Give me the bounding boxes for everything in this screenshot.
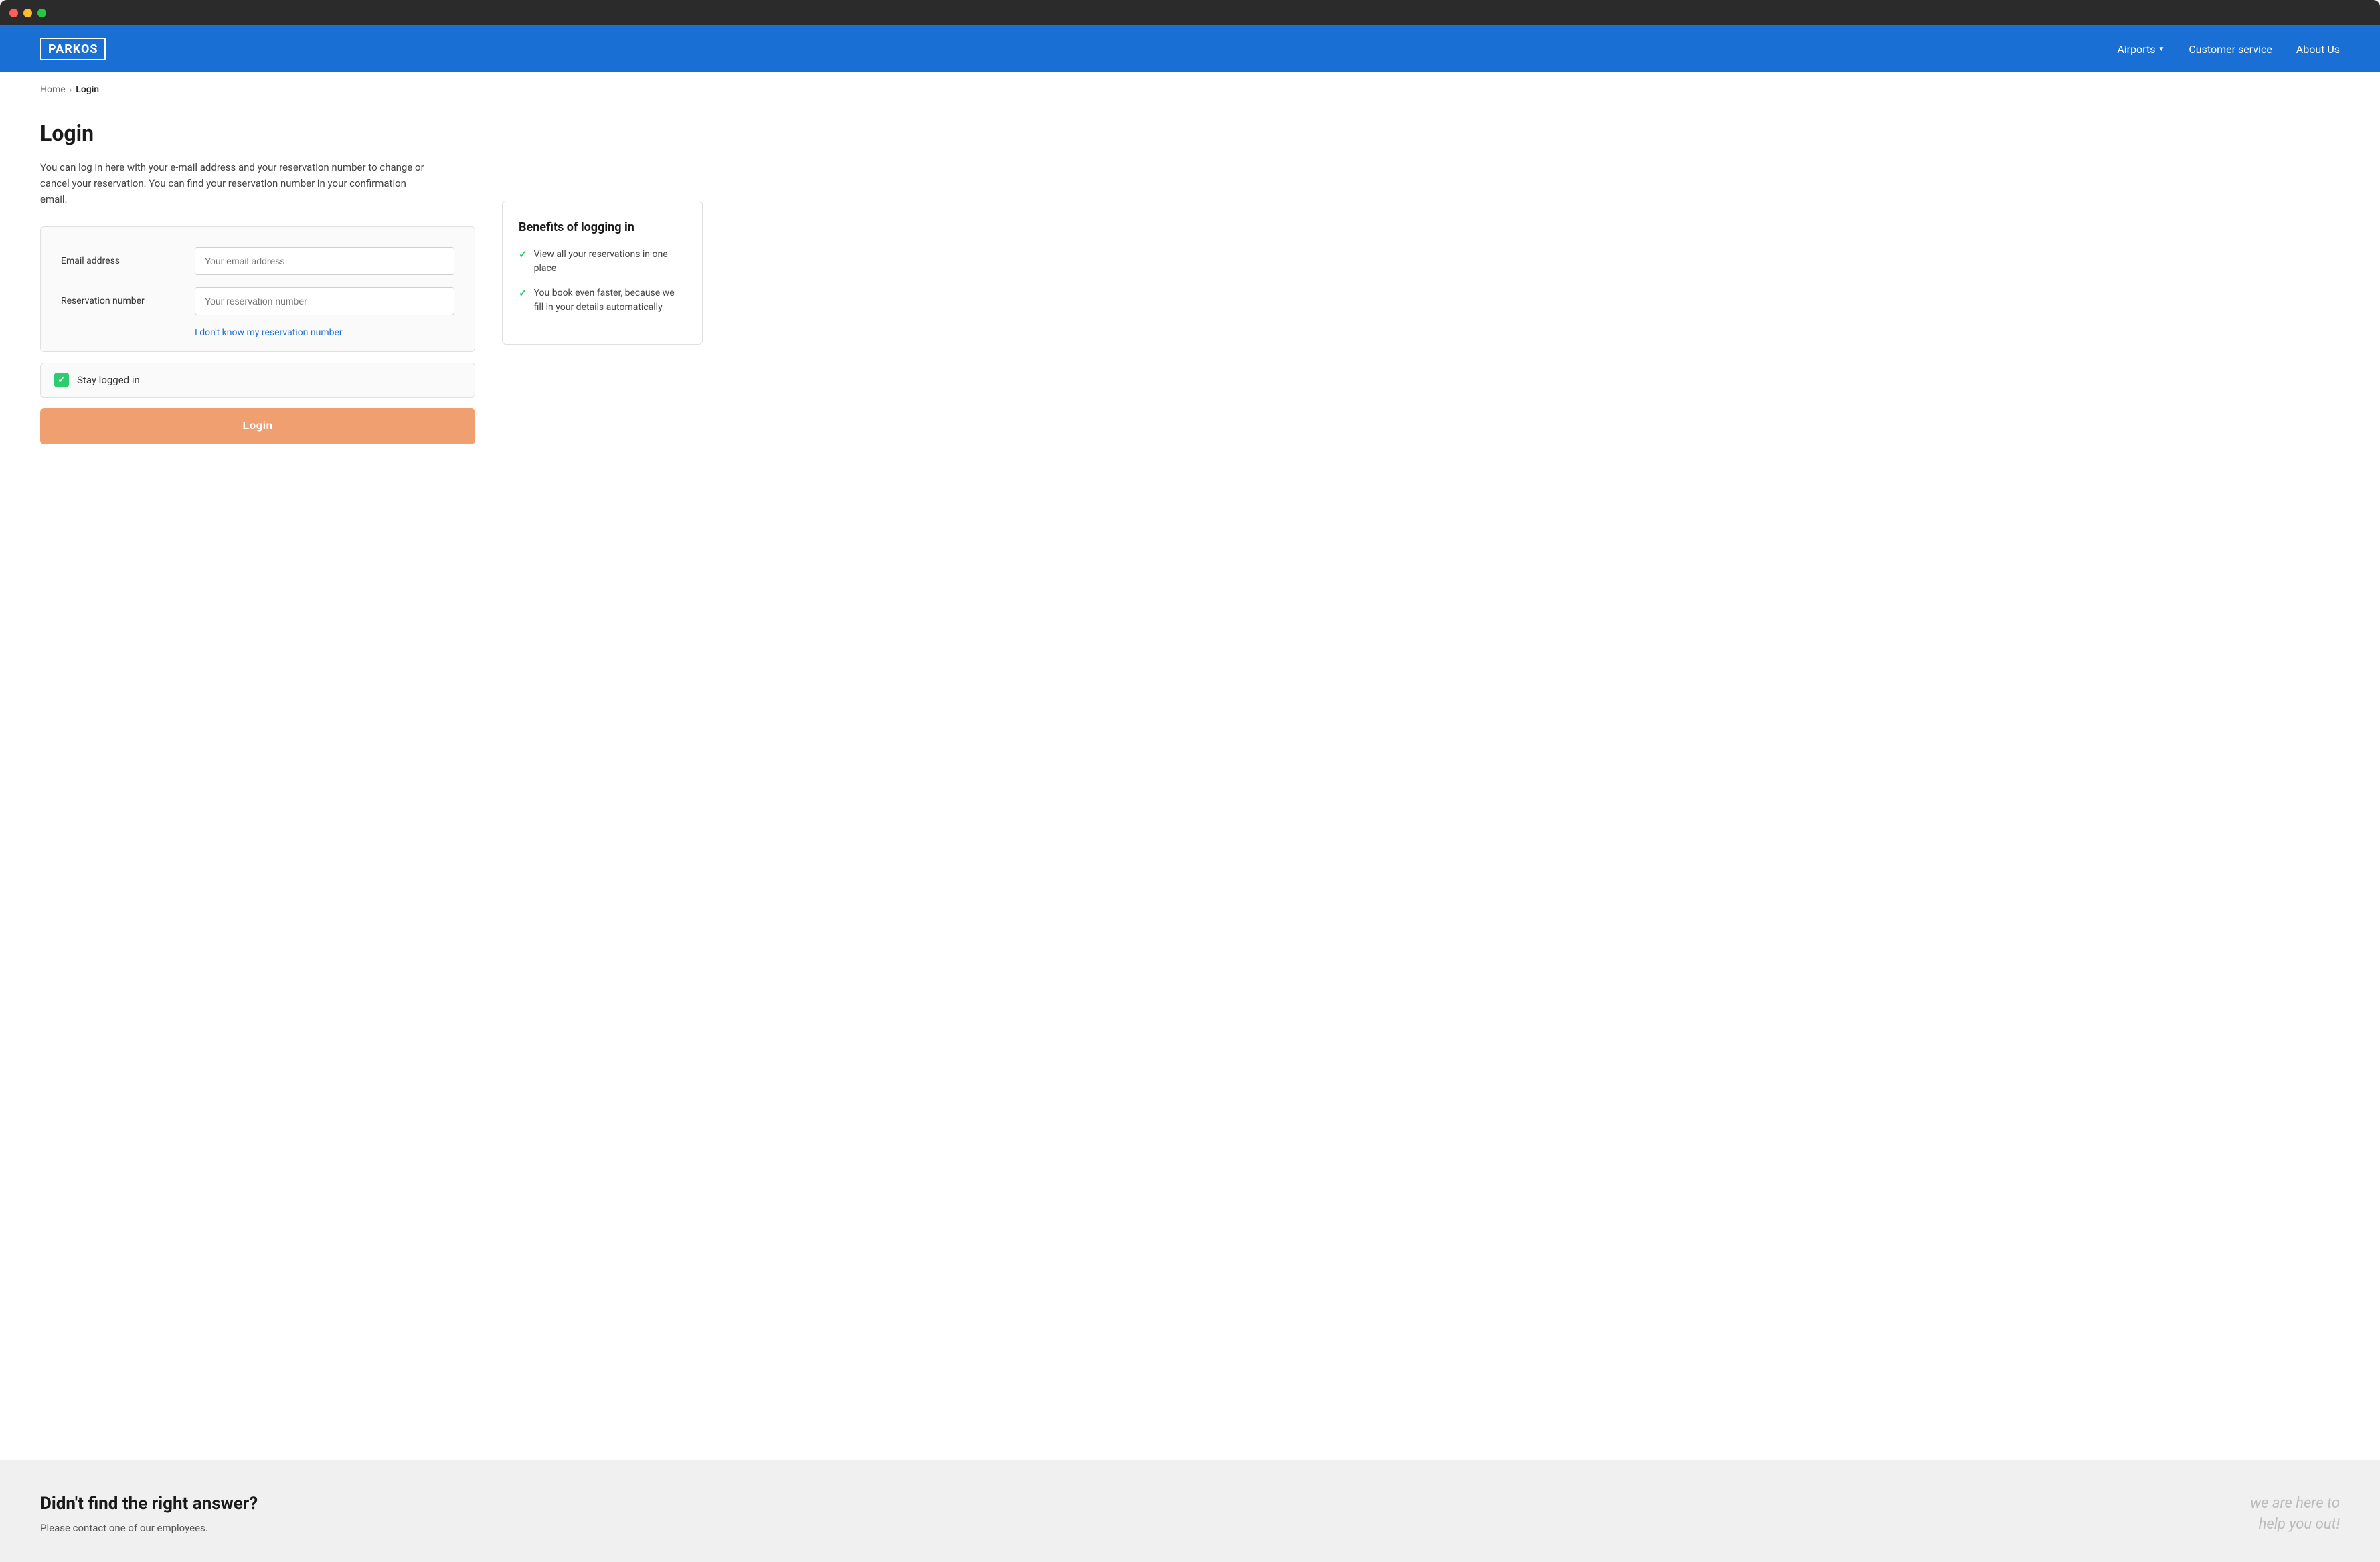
benefits-title: Benefits of logging in (519, 220, 686, 234)
breadcrumb-home[interactable]: Home (40, 84, 66, 95)
airports-dropdown-arrow: ▼ (2158, 46, 2164, 53)
left-section: Login You can log in here with your e-ma… (40, 120, 475, 444)
email-row: Email address (61, 247, 454, 275)
page-title: Login (40, 120, 475, 146)
benefit-text-2: You book even faster, because we fill in… (534, 286, 686, 315)
navigation: Airports ▼ Customer service About Us (2117, 43, 2340, 56)
reservation-label: Reservation number (61, 296, 181, 307)
main-content: Login You can log in here with your e-ma… (0, 107, 2380, 1460)
footer-description: Please contact one of our employees. (40, 1522, 258, 1534)
stay-logged-label: Stay logged in (77, 374, 140, 386)
nav-customer-service[interactable]: Customer service (2189, 43, 2272, 56)
helper-text-line1: we are here to (2250, 1494, 2340, 1514)
nav-airports[interactable]: Airports ▼ (2117, 43, 2164, 56)
maximize-button[interactable] (37, 9, 46, 17)
logo[interactable]: PARKOS (40, 38, 106, 60)
footer-left: Didn't find the right answer? Please con… (40, 1494, 258, 1534)
breadcrumb-separator: › (70, 85, 72, 94)
breadcrumb-bar: Home › Login (0, 72, 2380, 107)
page-wrapper: PARKOS Airports ▼ Customer service About… (0, 25, 2380, 1562)
stay-logged-checkbox[interactable] (54, 373, 69, 387)
benefit-text-1: View all your reservations in one place (534, 248, 686, 276)
helper-text-line2: help you out! (2250, 1514, 2340, 1535)
check-icon-2: ✓ (519, 287, 527, 299)
stay-logged-row: Stay logged in (40, 363, 475, 398)
benefit-item-1: ✓ View all your reservations in one plac… (519, 248, 686, 276)
close-button[interactable] (9, 9, 18, 17)
minimize-button[interactable] (23, 9, 32, 17)
benefit-item-2: ✓ You book even faster, because we fill … (519, 286, 686, 315)
check-icon-1: ✓ (519, 248, 527, 260)
forgot-reservation-link[interactable]: I don't know my reservation number (195, 327, 454, 338)
email-input[interactable] (195, 247, 454, 275)
breadcrumb: Home › Login (40, 84, 2340, 95)
page-description: You can log in here with your e-mail add… (40, 159, 428, 207)
footer-section: Didn't find the right answer? Please con… (0, 1460, 2380, 1562)
footer-helper-text: we are here to help you out! (2250, 1494, 2340, 1535)
breadcrumb-current: Login (76, 84, 99, 95)
window-chrome (0, 0, 2380, 25)
nav-about-us[interactable]: About Us (2296, 43, 2340, 56)
email-label: Email address (61, 256, 181, 266)
header: PARKOS Airports ▼ Customer service About… (0, 25, 2380, 72)
form-card: Email address Reservation number I don't… (40, 226, 475, 352)
footer-title: Didn't find the right answer? (40, 1494, 258, 1514)
reservation-input[interactable] (195, 287, 454, 315)
benefits-card: Benefits of logging in ✓ View all your r… (502, 201, 703, 345)
login-button[interactable]: Login (40, 408, 475, 444)
reservation-row: Reservation number (61, 287, 454, 315)
